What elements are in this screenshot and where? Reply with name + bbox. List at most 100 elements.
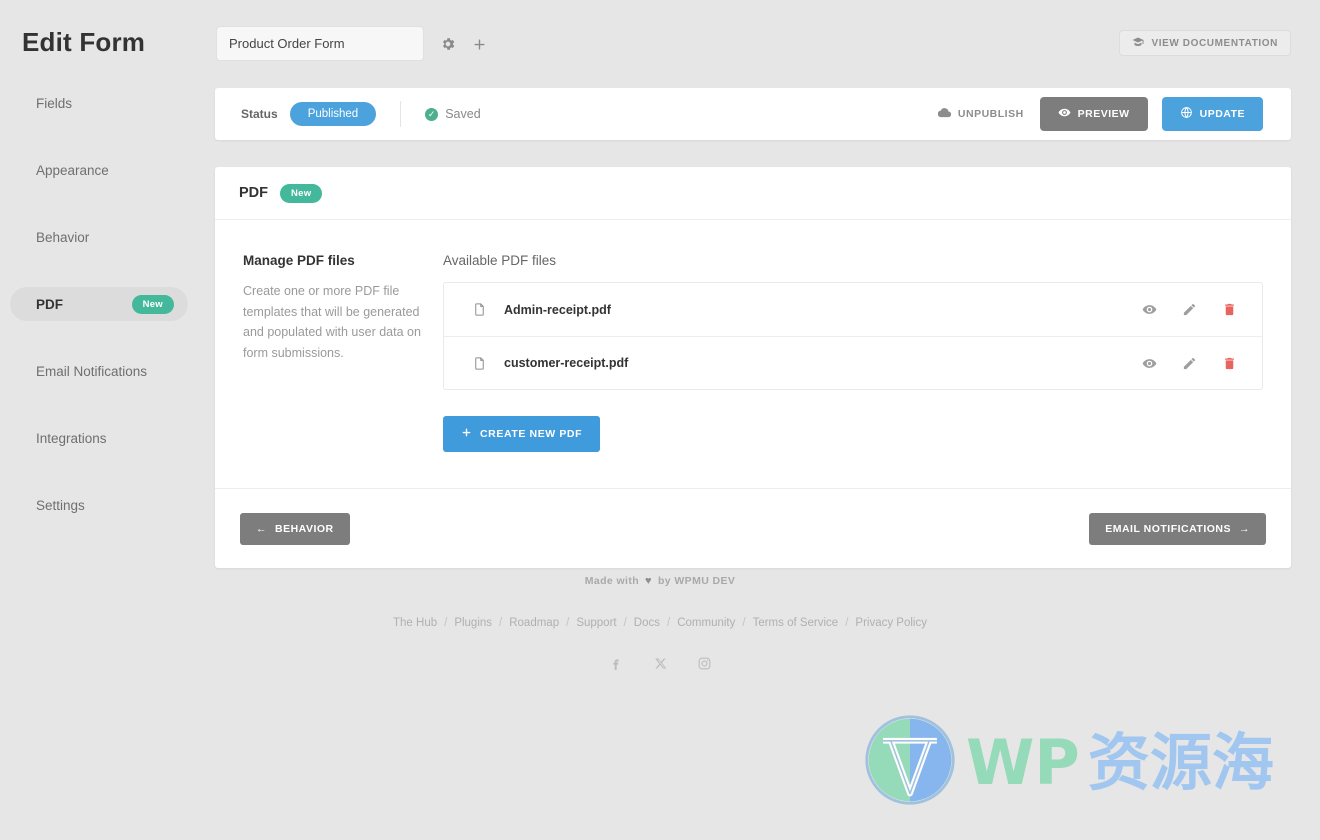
- arrow-right-icon: →: [1239, 522, 1250, 535]
- sidebar-item-pdf[interactable]: PDF New: [10, 287, 188, 321]
- eye-icon: [1058, 106, 1071, 122]
- manage-pdf-heading: Manage PDF files: [243, 253, 355, 268]
- facebook-icon[interactable]: [608, 656, 624, 672]
- pdf-panel: PDF New Manage PDF files Create one or m…: [215, 167, 1291, 568]
- made-with-prefix: Made with: [584, 575, 640, 587]
- sidebar: Fields Appearance Behavior PDF New Email…: [0, 86, 200, 522]
- watermark: WP 资源海: [862, 712, 1274, 813]
- unpublish-button[interactable]: UNPUBLISH: [936, 100, 1026, 128]
- separator: /: [444, 617, 448, 629]
- table-row[interactable]: customer-receipt.pdf: [444, 336, 1262, 389]
- sidebar-item-label: Appearance: [36, 162, 109, 178]
- watermark-cjk-text: 资源海: [1087, 725, 1274, 799]
- made-with-line: Made with ♥ by WPMU DEV: [0, 575, 1320, 587]
- sidebar-item-fields[interactable]: Fields: [10, 86, 188, 120]
- sidebar-item-label: Fields: [36, 95, 73, 111]
- footer-link-terms-of-service[interactable]: Terms of Service: [753, 617, 839, 629]
- sidebar-new-badge: New: [131, 294, 174, 314]
- plus-icon: [461, 427, 472, 441]
- saved-indicator: ✓ Saved: [425, 107, 481, 121]
- panel-new-badge: New: [280, 183, 323, 203]
- sidebar-item-label: Integrations: [36, 430, 107, 446]
- manage-pdf-description: Create one or more PDF file templates th…: [243, 284, 421, 360]
- x-twitter-icon[interactable]: [652, 656, 668, 672]
- footer-links: The Hub / Plugins / Roadmap / Support / …: [0, 617, 1320, 629]
- update-button[interactable]: UPDATE: [1161, 97, 1263, 131]
- delete-icon[interactable]: [1220, 301, 1238, 319]
- gear-icon[interactable]: [438, 34, 458, 54]
- panel-body: Manage PDF files Create one or more PDF …: [215, 220, 1291, 488]
- footer-link-the-hub[interactable]: The Hub: [393, 617, 437, 629]
- unpublish-label: UNPUBLISH: [957, 108, 1024, 120]
- sidebar-item-label: Behavior: [36, 229, 90, 245]
- plus-icon[interactable]: [469, 34, 489, 54]
- status-bar: Status Published ✓ Saved UNPUBLISH PREVI…: [215, 88, 1291, 140]
- file-name: customer-receipt.pdf: [504, 356, 629, 370]
- footer-link-privacy-policy[interactable]: Privacy Policy: [855, 617, 927, 629]
- file-name: Admin-receipt.pdf: [504, 302, 611, 317]
- edit-icon[interactable]: [1180, 354, 1198, 372]
- view-documentation-label: VIEW DOCUMENTATION: [1151, 37, 1278, 49]
- graduation-cap-icon: [1132, 36, 1144, 51]
- divider: [400, 101, 402, 127]
- globe-icon: [1180, 106, 1193, 122]
- instagram-icon[interactable]: [696, 656, 712, 672]
- sidebar-item-label: PDF: [36, 296, 63, 312]
- footer-link-plugins[interactable]: Plugins: [454, 617, 492, 629]
- preview-icon[interactable]: [1140, 354, 1158, 372]
- site-footer: Made with ♥ by WPMU DEV The Hub / Plugin…: [0, 575, 1320, 672]
- view-documentation-button[interactable]: VIEW DOCUMENTATION: [1119, 30, 1291, 56]
- footer-link-support[interactable]: Support: [576, 617, 616, 629]
- edit-icon[interactable]: [1180, 301, 1198, 319]
- sidebar-item-integrations[interactable]: Integrations: [10, 421, 188, 455]
- sidebar-item-email-notifications[interactable]: Email Notifications: [10, 354, 188, 388]
- pdf-file-list: Admin-receipt.pdf customer-receipt.pdf: [443, 282, 1263, 390]
- create-new-pdf-label: CREATE NEW PDF: [480, 428, 583, 440]
- available-pdf-heading: Available PDF files: [443, 253, 557, 268]
- arrow-left-icon: ←: [256, 522, 267, 535]
- footer-link-community[interactable]: Community: [677, 617, 735, 629]
- separator: /: [742, 617, 746, 629]
- separator: /: [667, 617, 671, 629]
- create-new-pdf-button[interactable]: CREATE NEW PDF: [443, 416, 601, 452]
- footer-link-docs[interactable]: Docs: [634, 617, 660, 629]
- separator: /: [566, 617, 570, 629]
- preview-button[interactable]: PREVIEW: [1039, 97, 1148, 131]
- delete-icon[interactable]: [1220, 354, 1238, 372]
- table-row[interactable]: Admin-receipt.pdf: [444, 283, 1262, 336]
- sidebar-item-settings[interactable]: Settings: [10, 488, 188, 522]
- document-icon: [472, 302, 488, 317]
- form-name-input[interactable]: [216, 26, 424, 61]
- page-header: Edit Form VIEW DOCUMENTATION: [0, 0, 1320, 84]
- sidebar-item-behavior[interactable]: Behavior: [10, 220, 188, 254]
- made-with-suffix: by WPMU DEV: [657, 575, 736, 587]
- sidebar-item-appearance[interactable]: Appearance: [10, 153, 188, 187]
- saved-label: Saved: [445, 107, 481, 121]
- status-actions: UNPUBLISH PREVIEW UPDATE: [936, 97, 1263, 131]
- heart-icon: ♥: [645, 575, 652, 587]
- panel-title: PDF: [239, 185, 268, 201]
- sidebar-item-label: Settings: [36, 497, 85, 513]
- separator: /: [845, 617, 849, 629]
- previous-step-button[interactable]: ← BEHAVIOR: [240, 512, 350, 545]
- preview-icon[interactable]: [1140, 301, 1158, 319]
- next-step-label: EMAIL NOTIFICATIONS: [1105, 522, 1231, 535]
- row-actions: [1140, 354, 1238, 372]
- document-icon: [472, 356, 488, 371]
- previous-step-label: BEHAVIOR: [275, 522, 334, 535]
- footer-link-roadmap[interactable]: Roadmap: [509, 617, 559, 629]
- update-label: UPDATE: [1199, 108, 1245, 120]
- status-label: Status: [241, 107, 278, 121]
- page-title: Edit Form: [22, 27, 146, 57]
- panel-footer-nav: ← BEHAVIOR EMAIL NOTIFICATIONS →: [215, 488, 1291, 568]
- separator: /: [499, 617, 503, 629]
- next-step-button[interactable]: EMAIL NOTIFICATIONS →: [1089, 512, 1266, 545]
- wordpress-logo-icon: [862, 712, 958, 813]
- sidebar-item-label: Email Notifications: [36, 363, 148, 379]
- status-badge[interactable]: Published: [289, 102, 377, 126]
